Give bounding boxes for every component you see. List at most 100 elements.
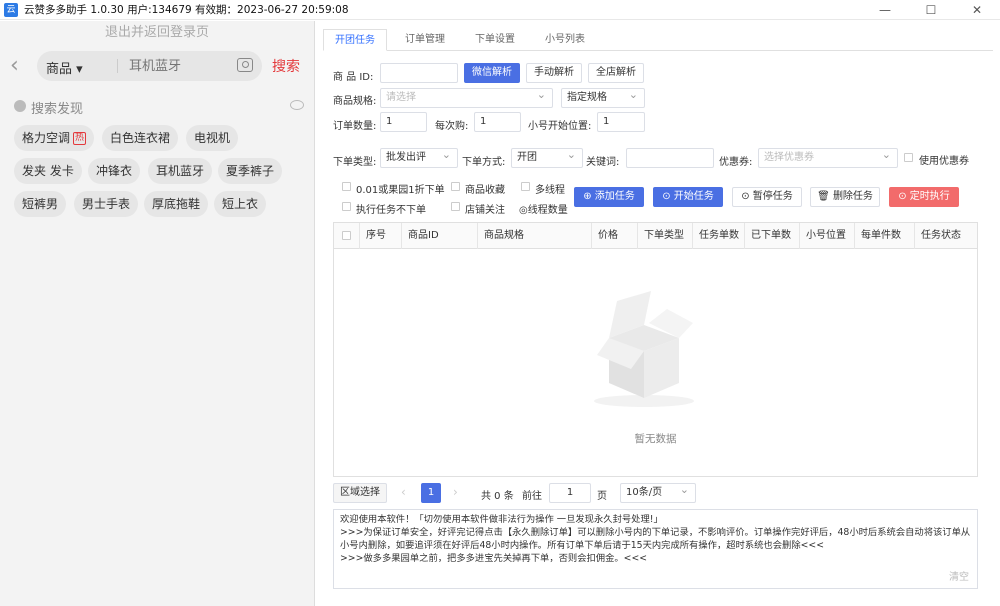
search-discover-header: 搜索发现: [14, 97, 304, 117]
tab-order-settings[interactable]: 下单设置: [463, 29, 527, 51]
search-button[interactable]: 搜索: [272, 56, 300, 76]
clock-icon: ⊙: [898, 191, 910, 202]
pause-task-label: 暂停任务: [752, 191, 793, 202]
search-tag[interactable]: 夏季裤子: [218, 158, 283, 184]
play-icon: ⊙: [662, 191, 674, 202]
search-tag[interactable]: 发夹 发卡: [14, 158, 82, 184]
total-count: 共 0 条: [481, 491, 514, 502]
clear-log-button[interactable]: 清空: [949, 568, 969, 583]
close-icon[interactable]: ✕: [954, 0, 1000, 20]
option-checkbox[interactable]: [451, 202, 460, 211]
option-label: 店铺关注: [465, 205, 505, 216]
search-tag[interactable]: 格力空调热: [14, 125, 95, 151]
window-controls: — ☐ ✕: [862, 0, 1000, 20]
option-label: 商品收藏: [465, 185, 505, 196]
option-checkbox[interactable]: [342, 202, 351, 211]
spec-mode-select[interactable]: 指定规格: [561, 86, 645, 108]
tag-label: 格力空调: [22, 131, 71, 145]
option-checkbox[interactable]: [451, 182, 460, 191]
column-header: 任务状态: [921, 230, 961, 241]
discover-icon: [14, 100, 26, 112]
search-category-select[interactable]: 商品 ▾: [46, 58, 83, 77]
maximize-icon[interactable]: ☐: [908, 0, 954, 20]
page-size-select[interactable]: 10条/页: [620, 481, 696, 503]
spec-select[interactable]: 请选择: [380, 86, 553, 108]
goto-page-input[interactable]: 1: [549, 483, 591, 503]
main-panel: 开团任务 订单管理 下单设置 小号列表 商 品 ID: 微信解析 手动解析 全店…: [316, 21, 1000, 606]
delete-task-button[interactable]: 🗑 删除任务: [810, 187, 880, 207]
store-parse-button[interactable]: 全店解析: [588, 63, 644, 83]
order-mode-select[interactable]: 开团: [511, 146, 583, 168]
search-tag[interactable]: 短上衣: [214, 191, 267, 217]
column-header: 价格: [592, 223, 638, 249]
pause-task-button[interactable]: ⊙ 暂停任务: [732, 187, 802, 207]
add-task-label: 添加任务: [594, 191, 635, 202]
search-tag[interactable]: 白色连衣裙: [102, 125, 179, 151]
app-logo-icon: 云: [4, 2, 18, 17]
thread-count-label[interactable]: ◎线程数量: [519, 201, 568, 216]
keyword-label: 关键词:: [586, 157, 620, 168]
log-line: >>>做多多果园单之前，把多多进宝先关掉再下单，否则会扣佣金。<<<: [340, 553, 648, 564]
tab-order-manage[interactable]: 订单管理: [393, 29, 457, 51]
next-page-icon[interactable]: ›: [453, 485, 458, 499]
title-bar: 云 云赞多多助手 1.0.30 用户:134679 有效期：2023-06-27…: [0, 0, 1000, 20]
column-header: 小号位置: [800, 223, 855, 249]
delete-task-label: 删除任务: [832, 191, 873, 202]
use-coupon-checkbox[interactable]: [904, 153, 913, 162]
option-checkbox[interactable]: [521, 182, 530, 191]
spec-label: 商品规格:: [333, 96, 377, 107]
column-header: 下单类型: [638, 223, 693, 249]
column-header: 序号: [360, 223, 402, 249]
use-coupon-label: 使用优惠券: [919, 156, 969, 167]
order-type-select[interactable]: 批发出评: [380, 146, 458, 168]
left-panel: 退出并返回登录页 ‹ 商品 ▾ 搜索 搜索发现 格力空调热 白色连衣裙 电视机 …: [0, 21, 315, 606]
log-line: >>>为保证订单安全，好评完记得点击【永久删除订单】可以删除小号内的下单记录，不…: [340, 527, 971, 538]
empty-text: 暂无数据: [634, 433, 677, 445]
logout-link[interactable]: 退出并返回登录页: [0, 21, 314, 45]
option-checkbox[interactable]: [342, 182, 351, 191]
select-all-cell: [334, 223, 360, 249]
search-tag[interactable]: 耳机蓝牙: [148, 158, 213, 184]
search-tag[interactable]: 男士手表: [74, 191, 139, 217]
keyword-input[interactable]: [626, 148, 714, 168]
start-task-button[interactable]: ⊙ 开始任务: [653, 187, 723, 207]
search-tag[interactable]: 电视机: [186, 125, 239, 151]
search-tag[interactable]: 冲锋衣: [88, 158, 141, 184]
tab-bar: 开团任务 订单管理 下单设置 小号列表: [323, 29, 993, 51]
tab-group-task[interactable]: 开团任务: [323, 29, 387, 51]
back-arrow-icon[interactable]: ‹: [10, 53, 19, 79]
schedule-button[interactable]: ⊙ 定时执行: [889, 187, 959, 207]
column-header: 商品规格: [478, 223, 592, 249]
search-bar: ‹ 商品 ▾ 搜索: [0, 50, 315, 84]
coupon-select[interactable]: 选择优惠券: [758, 146, 898, 168]
hot-badge: 热: [73, 132, 87, 145]
select-all-checkbox[interactable]: [342, 231, 351, 240]
order-qty-input[interactable]: 1: [380, 112, 427, 132]
camera-icon[interactable]: [237, 58, 253, 72]
table-header: 序号 商品ID 商品规格 价格 下单类型 任务单数 已下单数 小号位置 每单件数…: [334, 223, 977, 249]
goto-label: 前往: [522, 491, 542, 502]
product-id-input[interactable]: [380, 63, 458, 83]
order-qty-label: 订单数量:: [333, 121, 377, 132]
minimize-icon[interactable]: —: [862, 0, 908, 20]
search-tag[interactable]: 短裤男: [14, 191, 67, 217]
log-line: 小号内删除，如要追评须在好评后48小时内操作。所有订单下单后请于15天内完成所有…: [340, 540, 824, 551]
tab-sub-accounts[interactable]: 小号列表: [533, 29, 597, 51]
search-input[interactable]: [129, 55, 239, 77]
trash-icon: 🗑: [817, 191, 833, 202]
eye-icon[interactable]: [290, 100, 304, 110]
prev-page-icon[interactable]: ‹: [401, 485, 406, 499]
manual-parse-button[interactable]: 手动解析: [526, 63, 582, 83]
region-select-button[interactable]: 区域选择: [333, 483, 387, 503]
page-1[interactable]: 1: [421, 483, 441, 503]
option-label: 多线程: [535, 185, 565, 196]
log-output[interactable]: 欢迎使用本软件！「切勿使用本软件做非法行为操作 一旦发现永久封号处理!」 >>>…: [333, 509, 978, 589]
add-task-button[interactable]: ⊕ 添加任务: [574, 187, 644, 207]
wechat-parse-button[interactable]: 微信解析: [464, 63, 520, 83]
per-buy-input[interactable]: 1: [474, 112, 521, 132]
search-divider: [117, 59, 118, 73]
search-tag[interactable]: 厚底拖鞋: [144, 191, 209, 217]
plus-icon: ⊕: [583, 191, 595, 202]
product-id-label: 商 品 ID:: [333, 72, 374, 83]
start-pos-input[interactable]: 1: [597, 112, 645, 132]
